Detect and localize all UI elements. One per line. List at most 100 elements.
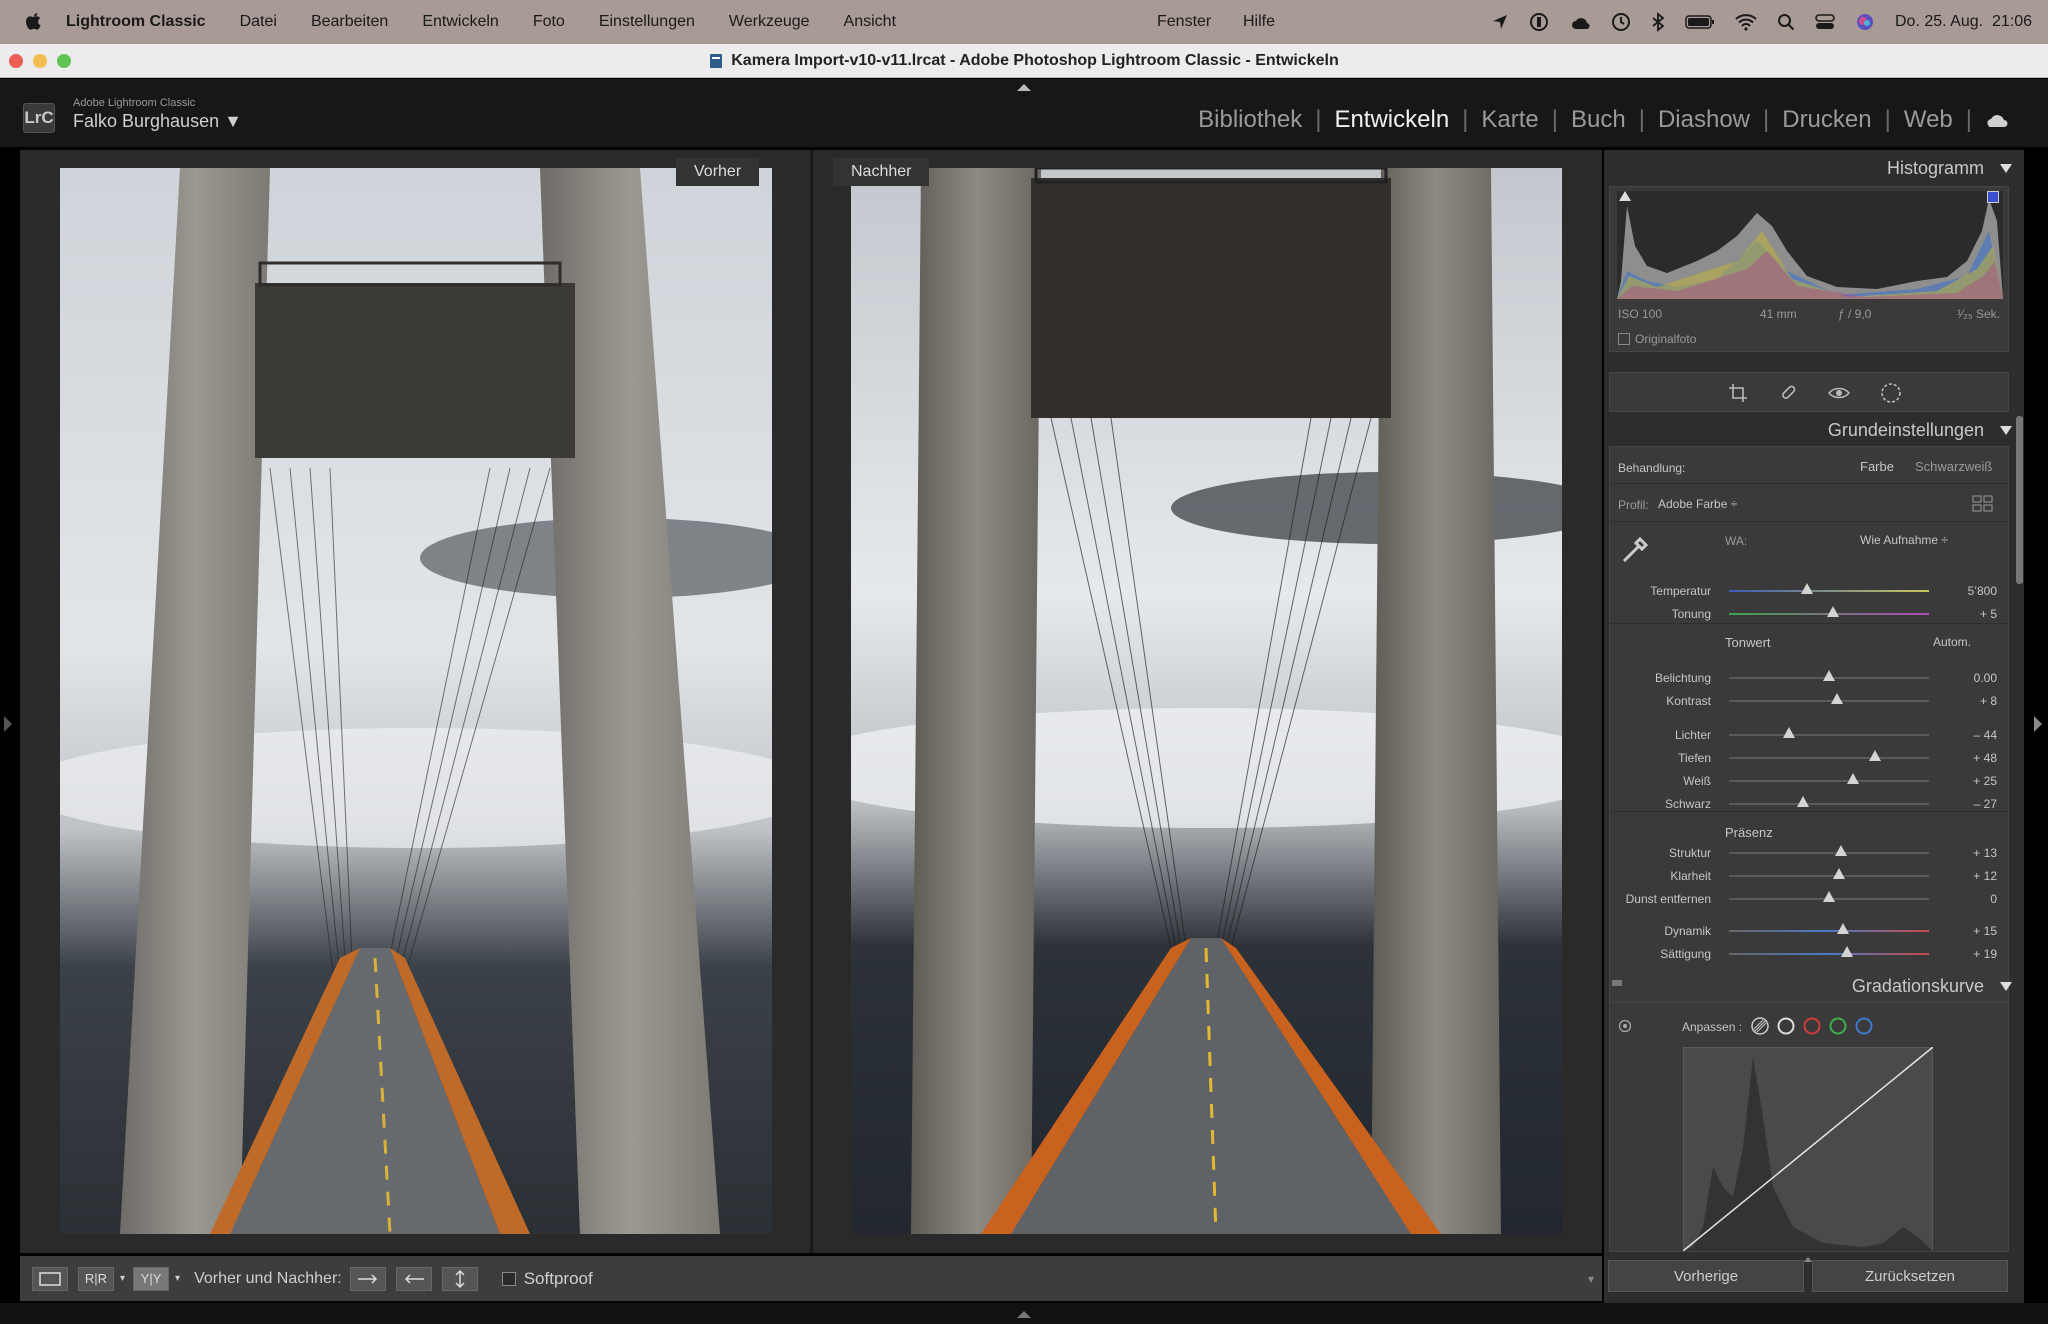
menu-hilfe[interactable]: Hilfe: [1226, 13, 1292, 31]
cloud-sync-icon[interactable]: [1984, 111, 2010, 129]
slider-saettigung[interactable]: Sättigung + 19: [1609, 943, 2009, 965]
slider-thumb[interactable]: [1801, 583, 1813, 594]
slider-track[interactable]: [1729, 953, 1929, 955]
bluetooth-icon[interactable]: [1651, 12, 1665, 32]
basic-panel-title[interactable]: Grundeinstellungen: [1828, 420, 1984, 441]
slider-tonung[interactable]: Tonung + 5: [1609, 603, 2009, 625]
module-entwickeln[interactable]: Entwickeln: [1321, 106, 1462, 134]
module-drucken[interactable]: Drucken: [1769, 106, 1884, 134]
zoom-window-button[interactable]: [57, 54, 71, 68]
point-curve-rgb-icon[interactable]: [1776, 1016, 1796, 1036]
tone-curve-collapse-icon[interactable]: [2000, 982, 2012, 991]
menu-einstellungen[interactable]: Einstellungen: [582, 13, 712, 31]
crop-tool-icon[interactable]: [1728, 383, 1748, 403]
slider-thumb[interactable]: [1823, 670, 1835, 681]
slider-track[interactable]: [1729, 700, 1929, 702]
slider-thumb[interactable]: [1847, 773, 1859, 784]
module-diashow[interactable]: Diashow: [1645, 106, 1763, 134]
menu-ansicht[interactable]: Ansicht: [827, 13, 913, 31]
slider-dynamik[interactable]: Dynamik + 15: [1609, 920, 2009, 942]
point-curve-blue-icon[interactable]: [1854, 1016, 1874, 1036]
masking-tool-icon[interactable]: [1880, 382, 1902, 404]
wifi-icon[interactable]: [1735, 13, 1757, 31]
slider-belichtung[interactable]: Belichtung 0.00: [1609, 667, 2009, 689]
slider-tiefen[interactable]: Tiefen + 48: [1609, 747, 2009, 769]
menu-bearbeiten[interactable]: Bearbeiten: [294, 13, 405, 31]
menu-app-name[interactable]: Lightroom Classic: [62, 13, 223, 31]
slider-value[interactable]: + 15: [1973, 924, 1997, 938]
slider-schwarz[interactable]: Schwarz – 27: [1609, 793, 2009, 815]
previous-settings-button[interactable]: Vorherige: [1608, 1260, 1804, 1292]
menu-foto[interactable]: Foto: [516, 13, 582, 31]
before-photo[interactable]: [60, 168, 772, 1234]
target-adjust-icon[interactable]: [1618, 1019, 1632, 1033]
battery-icon[interactable]: [1685, 14, 1715, 30]
slider-value[interactable]: 5’800: [1968, 584, 1997, 598]
slider-track[interactable]: [1729, 590, 1929, 592]
view-mode-dropdown-icon[interactable]: ▾: [120, 1273, 125, 1284]
slider-value[interactable]: + 5: [1980, 607, 1997, 621]
module-karte[interactable]: Karte: [1468, 106, 1551, 134]
status-circle-icon[interactable]: [1529, 12, 1549, 32]
location-icon[interactable]: [1491, 13, 1509, 31]
left-panel-toggle-icon[interactable]: [4, 716, 12, 732]
auto-tone-button[interactable]: Autom.: [1933, 635, 1971, 649]
toolbar-menu-dropdown-icon[interactable]: ▾: [1588, 1272, 1594, 1286]
histogram-collapse-icon[interactable]: [2000, 164, 2012, 173]
menu-entwickeln[interactable]: Entwickeln: [405, 13, 515, 31]
slider-thumb[interactable]: [1833, 868, 1845, 879]
time-machine-icon[interactable]: [1611, 12, 1631, 32]
minimize-window-button[interactable]: [33, 54, 47, 68]
collapse-top-panel-icon[interactable]: [1017, 84, 1031, 91]
module-web[interactable]: Web: [1891, 106, 1966, 134]
profile-dropdown[interactable]: Adobe Farbe ÷: [1658, 497, 1737, 511]
healing-tool-icon[interactable]: [1778, 383, 1798, 403]
shadow-clipping-icon[interactable]: [1619, 191, 1631, 201]
highlight-clipping-icon[interactable]: [1987, 191, 1999, 203]
slider-thumb[interactable]: [1797, 796, 1809, 807]
slider-track[interactable]: [1729, 852, 1929, 854]
menu-werkzeuge[interactable]: Werkzeuge: [712, 13, 827, 31]
slider-value[interactable]: + 12: [1973, 869, 1997, 883]
treatment-color-option[interactable]: Farbe: [1860, 459, 1894, 474]
copy-before-to-after-button[interactable]: [349, 1266, 386, 1291]
histogram-title[interactable]: Histogramm: [1887, 158, 1984, 179]
tone-curve-title[interactable]: Gradationskurve: [1852, 976, 1984, 997]
slider-track[interactable]: [1729, 734, 1929, 736]
slider-value[interactable]: + 25: [1973, 774, 1997, 788]
user-identity-menu[interactable]: Falko Burghausen ▼: [73, 111, 242, 132]
softproof-checkbox[interactable]: [501, 1271, 516, 1286]
tone-curve-graph[interactable]: [1683, 1047, 1933, 1251]
red-eye-tool-icon[interactable]: [1828, 383, 1850, 403]
histogram-graph[interactable]: [1617, 191, 2003, 299]
slider-value[interactable]: 0.00: [1974, 671, 1997, 685]
slider-weiss[interactable]: Weiß + 25: [1609, 770, 2009, 792]
apple-menu-icon[interactable]: [20, 9, 46, 35]
copy-after-to-before-button[interactable]: [395, 1266, 432, 1291]
creative-cloud-icon[interactable]: [1569, 13, 1591, 31]
swap-before-after-button[interactable]: [441, 1266, 478, 1291]
module-buch[interactable]: Buch: [1558, 106, 1639, 134]
basic-panel-collapse-icon[interactable]: [2000, 426, 2012, 435]
slider-dunst-entfernen[interactable]: Dunst entfernen 0: [1609, 888, 2009, 910]
close-window-button[interactable]: [9, 54, 23, 68]
original-photo-checkbox[interactable]: [1618, 333, 1630, 345]
reset-button[interactable]: Zurücksetzen: [1812, 1260, 2008, 1292]
slider-kontrast[interactable]: Kontrast + 8: [1609, 690, 2009, 712]
slider-struktur[interactable]: Struktur + 13: [1609, 842, 2009, 864]
treatment-bw-option[interactable]: Schwarzweiß: [1915, 459, 1992, 474]
slider-thumb[interactable]: [1837, 923, 1849, 934]
slider-value[interactable]: + 48: [1973, 751, 1997, 765]
slider-lichter[interactable]: Lichter – 44: [1609, 724, 2009, 746]
point-curve-red-icon[interactable]: [1802, 1016, 1822, 1036]
menu-clock[interactable]: Do. 25. Aug. 21:06: [1895, 13, 2032, 31]
slider-temperatur[interactable]: Temperatur 5’800: [1609, 580, 2009, 602]
slider-thumb[interactable]: [1827, 606, 1839, 617]
slider-value[interactable]: 0: [1990, 892, 1997, 906]
slider-value[interactable]: – 44: [1974, 728, 1997, 742]
slider-thumb[interactable]: [1841, 946, 1853, 957]
before-after-ry-button[interactable]: R|R: [78, 1266, 114, 1291]
slider-klarheit[interactable]: Klarheit + 12: [1609, 865, 2009, 887]
search-icon[interactable]: [1777, 13, 1795, 31]
parametric-curve-icon[interactable]: [1750, 1016, 1770, 1036]
